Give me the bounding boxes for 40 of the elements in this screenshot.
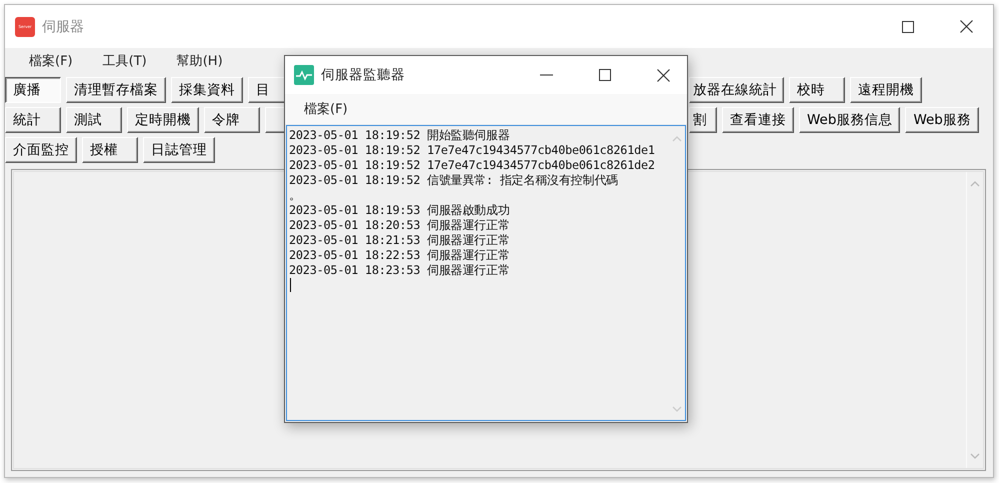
toolbar-button[interactable]: 割 bbox=[689, 107, 717, 133]
close-icon[interactable] bbox=[657, 68, 670, 82]
toolbar-button[interactable]: 介面監控 bbox=[5, 137, 77, 163]
maximize-icon[interactable] bbox=[599, 69, 611, 81]
log-line: 2023-05-01 18:19:52 17e7e47c19434577cb40be061c8261de1 bbox=[289, 143, 656, 158]
toolbar-button[interactable]: Web服務 bbox=[905, 107, 979, 133]
menu-item[interactable]: 幫助(H) bbox=[172, 52, 227, 70]
menu-item[interactable]: 檔案(F) bbox=[25, 52, 77, 70]
log-line: 2023-05-01 18:19:53 伺服器啟動成功 bbox=[289, 203, 511, 218]
log-line: 2023-05-01 18:19:52 開始監聽伺服器 bbox=[289, 128, 511, 143]
toolbar-button[interactable]: 日誌管理 bbox=[143, 137, 215, 163]
log-line: 2023-05-01 18:23:53 伺服器運行正常 bbox=[289, 263, 511, 278]
toolbar-button[interactable]: Web服務信息 bbox=[799, 107, 900, 133]
log-line: 2023-05-01 18:22:53 伺服器運行正常 bbox=[289, 248, 511, 263]
window-title: 伺服器 bbox=[42, 18, 84, 36]
menu-item[interactable]: 工具(T) bbox=[98, 52, 151, 70]
toolbar-button[interactable]: 統計 bbox=[5, 107, 61, 133]
toolbar-button[interactable]: 校時 bbox=[789, 77, 845, 103]
toolbar-button[interactable]: 令牌 bbox=[204, 107, 260, 133]
toolbar-button[interactable]: 廣播 bbox=[5, 77, 61, 103]
log-line: 2023-05-01 18:19:52 17e7e47c19434577cb40be061c8261de2 bbox=[289, 158, 656, 173]
window-title: 伺服器監聽器 bbox=[321, 66, 405, 84]
toolbar-button[interactable]: 授權 bbox=[82, 137, 138, 163]
pulse-icon bbox=[294, 65, 314, 85]
text-cursor bbox=[290, 278, 291, 292]
minimize-icon[interactable] bbox=[540, 74, 553, 76]
maximize-icon[interactable] bbox=[902, 20, 914, 32]
toolbar-button[interactable]: 遠程開機 bbox=[850, 77, 922, 103]
log-line: 2023-05-01 18:20:53 伺服器運行正常 bbox=[289, 218, 511, 233]
close-icon[interactable] bbox=[960, 20, 973, 33]
menu-item[interactable]: 檔案(F) bbox=[300, 100, 352, 118]
toolbar-button[interactable]: 清理暫存檔案 bbox=[66, 77, 166, 103]
toolbar-button[interactable]: 測試 bbox=[66, 107, 122, 133]
toolbar-button[interactable]: 採集資料 bbox=[171, 77, 243, 103]
toolbar-button[interactable]: 查看連接 bbox=[722, 107, 794, 133]
log-line: 。 bbox=[289, 188, 302, 203]
log-line: 2023-05-01 18:21:53 伺服器運行正常 bbox=[289, 233, 511, 248]
toolbar-button[interactable]: 定時開機 bbox=[127, 107, 199, 133]
log-line: 2023-05-01 18:19:52 信號量異常: 指定名稱沒有控制代碼 bbox=[289, 173, 619, 188]
toolbar-button[interactable]: 放器在線統計 bbox=[689, 77, 784, 103]
